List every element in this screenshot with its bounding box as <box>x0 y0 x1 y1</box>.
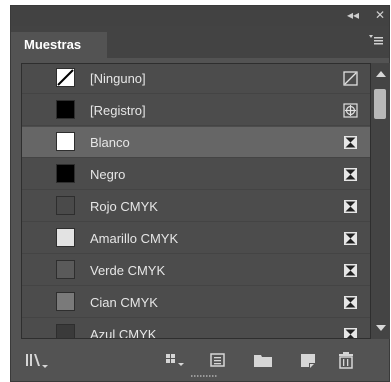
process-cmyk-icon <box>344 136 357 149</box>
color-swatch <box>56 164 75 183</box>
color-swatch <box>56 132 75 151</box>
scroll-up-icon[interactable] <box>376 71 386 77</box>
list-item[interactable]: Blanco <box>22 127 370 158</box>
tab-row: Muestras <box>11 26 389 58</box>
swatch-name: Cian CMYK <box>90 295 158 310</box>
list-item[interactable]: Amarillo CMYK <box>22 223 370 254</box>
swatch-name: Amarillo CMYK <box>90 231 179 246</box>
panel-menu-icon[interactable] <box>369 34 383 46</box>
scroll-thumb[interactable] <box>374 89 386 119</box>
resize-grip-icon[interactable] <box>191 374 219 378</box>
new-swatch-icon[interactable] <box>299 351 317 371</box>
panel-footer <box>11 341 389 381</box>
collapse-icon[interactable]: ◂◂ <box>347 8 359 22</box>
swatch-name: Azul CMYK <box>90 327 157 339</box>
list-item[interactable]: [Ninguno] <box>22 64 370 94</box>
swatch-list: [Ninguno] [Registro] Blanco Negro Rojo CMYK A… <box>21 63 371 339</box>
process-cmyk-icon <box>344 328 357 338</box>
tab-muestras[interactable]: Muestras <box>11 32 107 58</box>
list-item[interactable]: [Registro] <box>22 95 370 126</box>
no-edit-icon <box>343 71 358 86</box>
color-swatch <box>56 100 75 119</box>
color-swatch <box>56 68 75 87</box>
swatch-name: [Registro] <box>90 103 146 118</box>
color-swatch <box>56 228 75 247</box>
process-cmyk-icon <box>344 264 357 277</box>
color-swatch <box>56 260 75 279</box>
new-group-icon[interactable] <box>253 351 273 371</box>
scrollbar[interactable] <box>371 63 390 339</box>
registration-icon <box>343 103 358 118</box>
color-swatch <box>56 324 75 338</box>
process-cmyk-icon <box>344 200 357 213</box>
close-icon[interactable]: ✕ <box>375 8 385 22</box>
swatch-name: Rojo CMYK <box>90 199 158 214</box>
swatch-name: [Ninguno] <box>90 71 146 86</box>
list-item[interactable]: Negro <box>22 159 370 190</box>
color-swatch <box>56 292 75 311</box>
swatches-panel: ◂◂ ✕ Muestras [Ninguno] [Registro] Blanco N… <box>10 5 390 382</box>
list-item[interactable]: Rojo CMYK <box>22 191 370 222</box>
panel-title-bar: ◂◂ ✕ <box>11 6 389 26</box>
show-kinds-icon[interactable] <box>165 351 187 371</box>
process-cmyk-icon <box>344 232 357 245</box>
color-swatch <box>56 196 75 215</box>
swatch-library-icon[interactable] <box>25 351 49 371</box>
list-item[interactable]: Azul CMYK <box>22 319 370 339</box>
list-item[interactable]: Verde CMYK <box>22 255 370 286</box>
list-item[interactable]: Cian CMYK <box>22 287 370 318</box>
process-cmyk-icon <box>344 168 357 181</box>
swatch-name: Negro <box>90 167 126 182</box>
delete-icon[interactable] <box>337 351 355 371</box>
swatch-name: Verde CMYK <box>90 263 166 278</box>
process-cmyk-icon <box>344 296 357 309</box>
scroll-down-icon[interactable] <box>376 325 386 331</box>
swatch-name: Blanco <box>90 135 130 150</box>
swatch-options-icon[interactable] <box>209 351 227 371</box>
